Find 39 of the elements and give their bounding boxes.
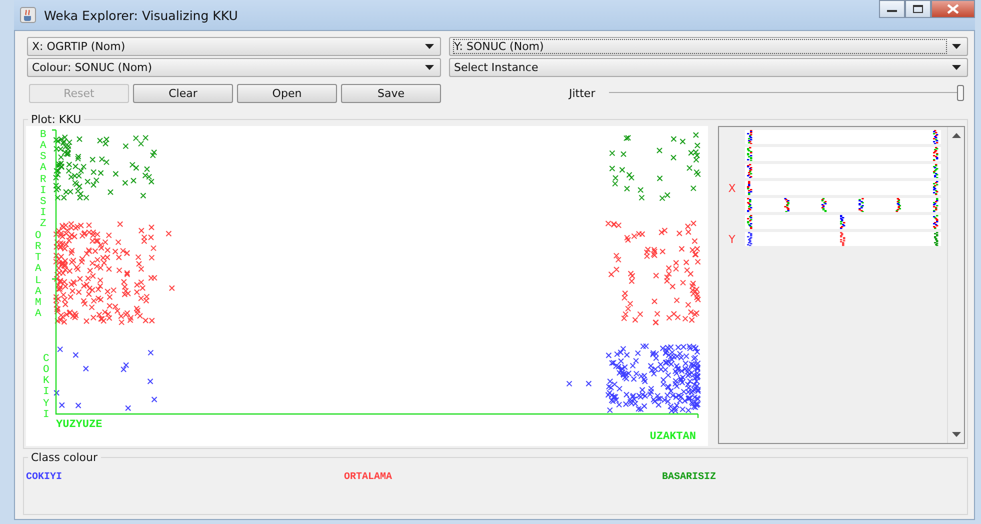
caret-icon xyxy=(952,65,961,70)
window-title: Weka Explorer: Visualizing KKU xyxy=(44,8,238,22)
plot-title: Plot: KKU xyxy=(30,113,82,126)
x-axis-marker: X xyxy=(728,182,736,194)
attribute-bar[interactable] xyxy=(745,130,941,144)
toolbar-button[interactable]: Clear xyxy=(133,84,233,102)
class-label: ORTALAMA xyxy=(344,472,392,483)
jitter-label: Jitter xyxy=(569,86,596,100)
x-axis-label: YUZYUZE xyxy=(56,419,102,431)
dropdown[interactable]: X: OGRTIP (Nom) xyxy=(27,37,441,56)
scroll-down-icon[interactable] xyxy=(952,432,960,437)
attribute-bar[interactable] xyxy=(745,198,941,212)
scroll-up-icon[interactable] xyxy=(952,133,960,138)
maximize-icon xyxy=(912,4,924,14)
class-label: BASARISIZ xyxy=(662,472,716,483)
x-axis-label: UZAKTAN xyxy=(650,431,696,443)
dropdown[interactable]: Select Instance xyxy=(449,58,968,77)
dropdown[interactable]: Colour: SONUC (Nom) xyxy=(27,58,441,77)
y-axis-label: BASARISIZ xyxy=(40,130,48,230)
coffee-cup-icon xyxy=(20,7,36,23)
caret-icon xyxy=(425,65,434,70)
close-icon xyxy=(946,4,960,14)
caret-icon xyxy=(952,44,961,49)
attribute-bar[interactable] xyxy=(745,232,941,246)
scrollbar[interactable] xyxy=(947,127,964,443)
minimize-button[interactable] xyxy=(879,0,905,18)
caret-icon xyxy=(425,44,434,49)
class-colour-title: Class colour xyxy=(30,451,98,464)
toolbar-button[interactable]: Save xyxy=(341,84,441,102)
class-label: COKIYI xyxy=(26,472,62,483)
dropdown[interactable]: Y: SONUC (Nom) xyxy=(449,37,968,56)
attribute-bar[interactable] xyxy=(745,215,941,229)
y-axis-marker: Y xyxy=(728,232,736,246)
maximize-button[interactable] xyxy=(905,0,931,18)
toolbar-button[interactable]: Open xyxy=(237,84,337,102)
close-button[interactable] xyxy=(931,0,975,18)
slider-thumb[interactable] xyxy=(957,85,964,101)
y-axis-label: ORTALAMA xyxy=(35,231,42,320)
y-axis-label: COKIYI xyxy=(43,354,50,421)
